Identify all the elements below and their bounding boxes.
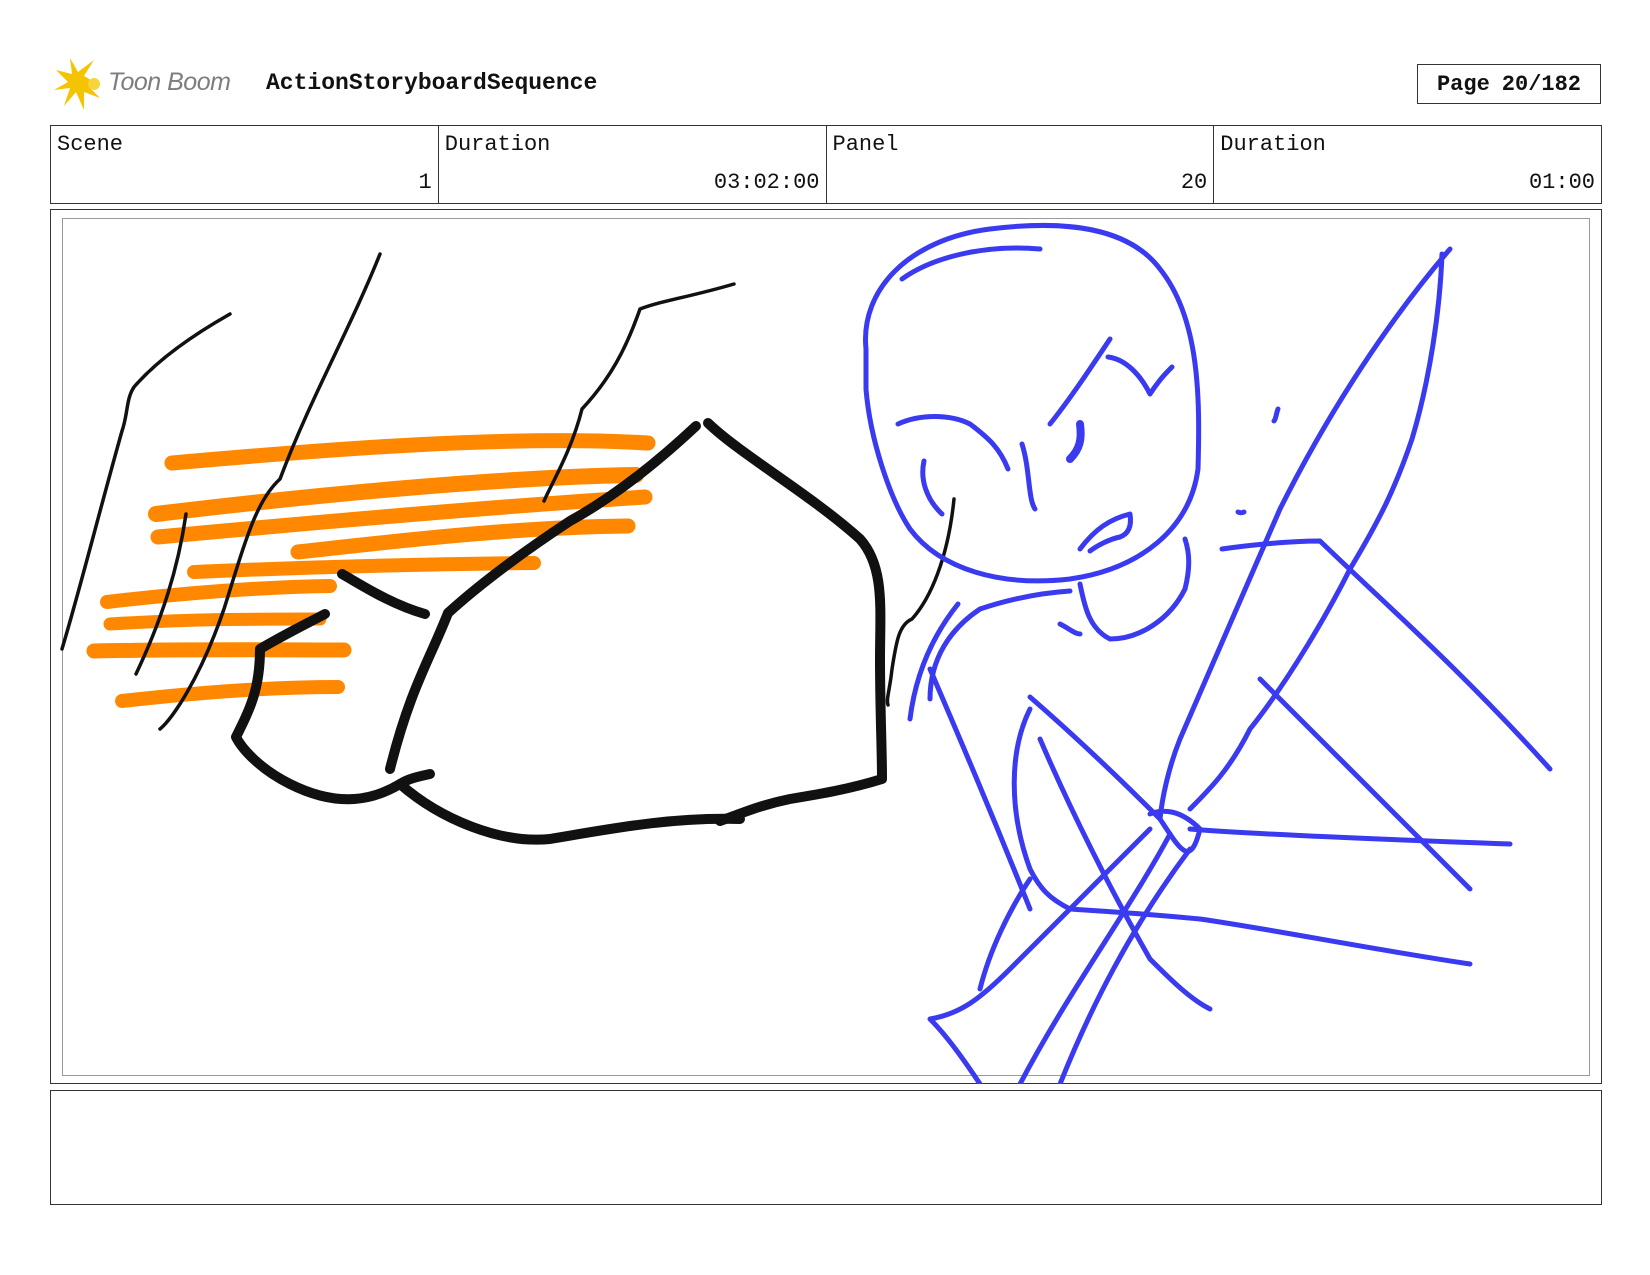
scene-value: 1 (418, 170, 432, 195)
panel-sketch (60, 222, 1553, 1084)
panel-notes-box[interactable] (50, 1090, 1602, 1205)
orange-speed-lines (86, 433, 656, 708)
character-sketch (863, 222, 1553, 1084)
scene-duration-cell: Duration 03:02:00 (439, 126, 827, 203)
scene-cell: Scene 1 (51, 126, 439, 203)
page-label: Page (1436, 71, 1490, 97)
panel-duration-value: 01:00 (1528, 170, 1595, 195)
panel-value: 20 (1180, 170, 1208, 195)
starburst-icon (54, 58, 100, 110)
scene-label: Scene (57, 132, 124, 157)
panel-info-table: Scene 1 Duration 03:02:00 Panel 20 Durat… (50, 125, 1602, 204)
panel-cell: Panel 20 (827, 126, 1215, 203)
scene-duration-label: Duration (444, 132, 551, 157)
sequence-title: ActionStoryboardSequence (266, 70, 598, 96)
panel-duration-cell: Duration 01:00 (1214, 126, 1601, 203)
page-indicator: Page 20/182 (1417, 64, 1601, 104)
scene-duration-value: 03:02:00 (713, 170, 820, 195)
page-value: 20/182 (1501, 71, 1582, 97)
panel-label: Panel (832, 132, 899, 157)
black-speed-lines (60, 252, 956, 731)
brand-name: Toon Boom (108, 68, 231, 96)
fist-outline (231, 418, 887, 845)
toon-boom-logo: Toon Boom (54, 58, 254, 112)
panel-duration-label: Duration (1220, 132, 1326, 157)
